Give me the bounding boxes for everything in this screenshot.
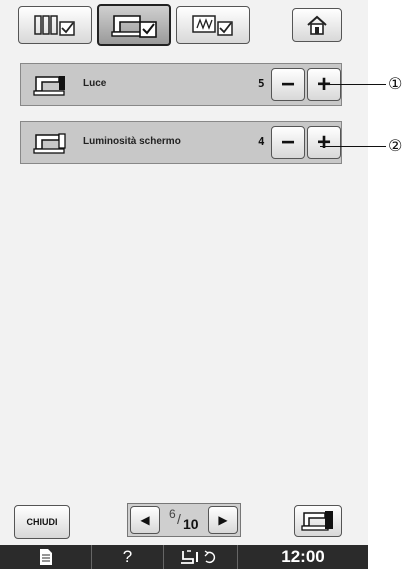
pagination: ◀ 6 / 10 ▶ <box>127 503 241 537</box>
machine-view-icon <box>301 511 333 531</box>
machine-screen-icon <box>33 133 66 154</box>
page-indicator: 6 / 10 <box>164 507 204 533</box>
setting-row-light: Luce 5 − + <box>20 63 342 106</box>
document-icon <box>39 549 52 565</box>
clock: 12:00 <box>238 545 368 569</box>
embroidery-settings-icon <box>192 15 233 36</box>
close-button-label: CHIUDI <box>26 517 58 527</box>
sewing-settings-icon <box>34 15 75 36</box>
callout-2: ② <box>388 136 403 155</box>
page-current: 6 <box>169 507 176 521</box>
document-button[interactable] <box>0 545 92 569</box>
screen-brightness-plus-button[interactable]: + <box>307 126 341 159</box>
light-minus-button[interactable]: − <box>271 68 305 101</box>
light-label: Luce <box>83 78 107 89</box>
machine-view-button[interactable] <box>294 505 342 537</box>
callout-1: ① <box>388 74 403 93</box>
machine-settings-icon <box>111 15 157 38</box>
machine-light-icon <box>33 76 65 96</box>
screen-brightness-value: 4 <box>258 135 265 148</box>
page-total: 10 <box>183 516 199 532</box>
next-page-button[interactable]: ▶ <box>208 506 238 534</box>
home-icon <box>307 15 327 35</box>
setting-row-screen-brightness: Luminosità schermo 4 − + <box>20 121 342 164</box>
status-bar: ? 12:00 <box>0 545 368 569</box>
settings-screen: Luce 5 − + ① Luminosità schermo 4 − + ② … <box>0 0 402 569</box>
tab-general-settings[interactable] <box>97 4 171 46</box>
screen-brightness-label: Luminosità schermo <box>83 136 181 147</box>
callout-line-2 <box>320 146 386 147</box>
presser-foot-icon <box>180 550 215 564</box>
help-button[interactable]: ? <box>92 545 164 569</box>
tab-embroidery-settings[interactable] <box>176 6 250 44</box>
triangle-right-icon: ▶ <box>218 513 228 527</box>
callout-line-1 <box>320 84 386 85</box>
home-button[interactable] <box>292 8 342 42</box>
page-separator: / <box>177 511 181 527</box>
prev-page-button[interactable]: ◀ <box>130 506 160 534</box>
light-value: 5 <box>258 77 265 90</box>
presser-foot-status[interactable] <box>164 545 238 569</box>
time-display: 12:00 <box>281 547 325 566</box>
tab-sewing-settings[interactable] <box>18 6 92 44</box>
screen-brightness-minus-button[interactable]: − <box>271 126 305 159</box>
triangle-left-icon: ◀ <box>140 513 150 527</box>
help-icon: ? <box>122 547 133 566</box>
close-button[interactable]: CHIUDI <box>14 505 70 539</box>
